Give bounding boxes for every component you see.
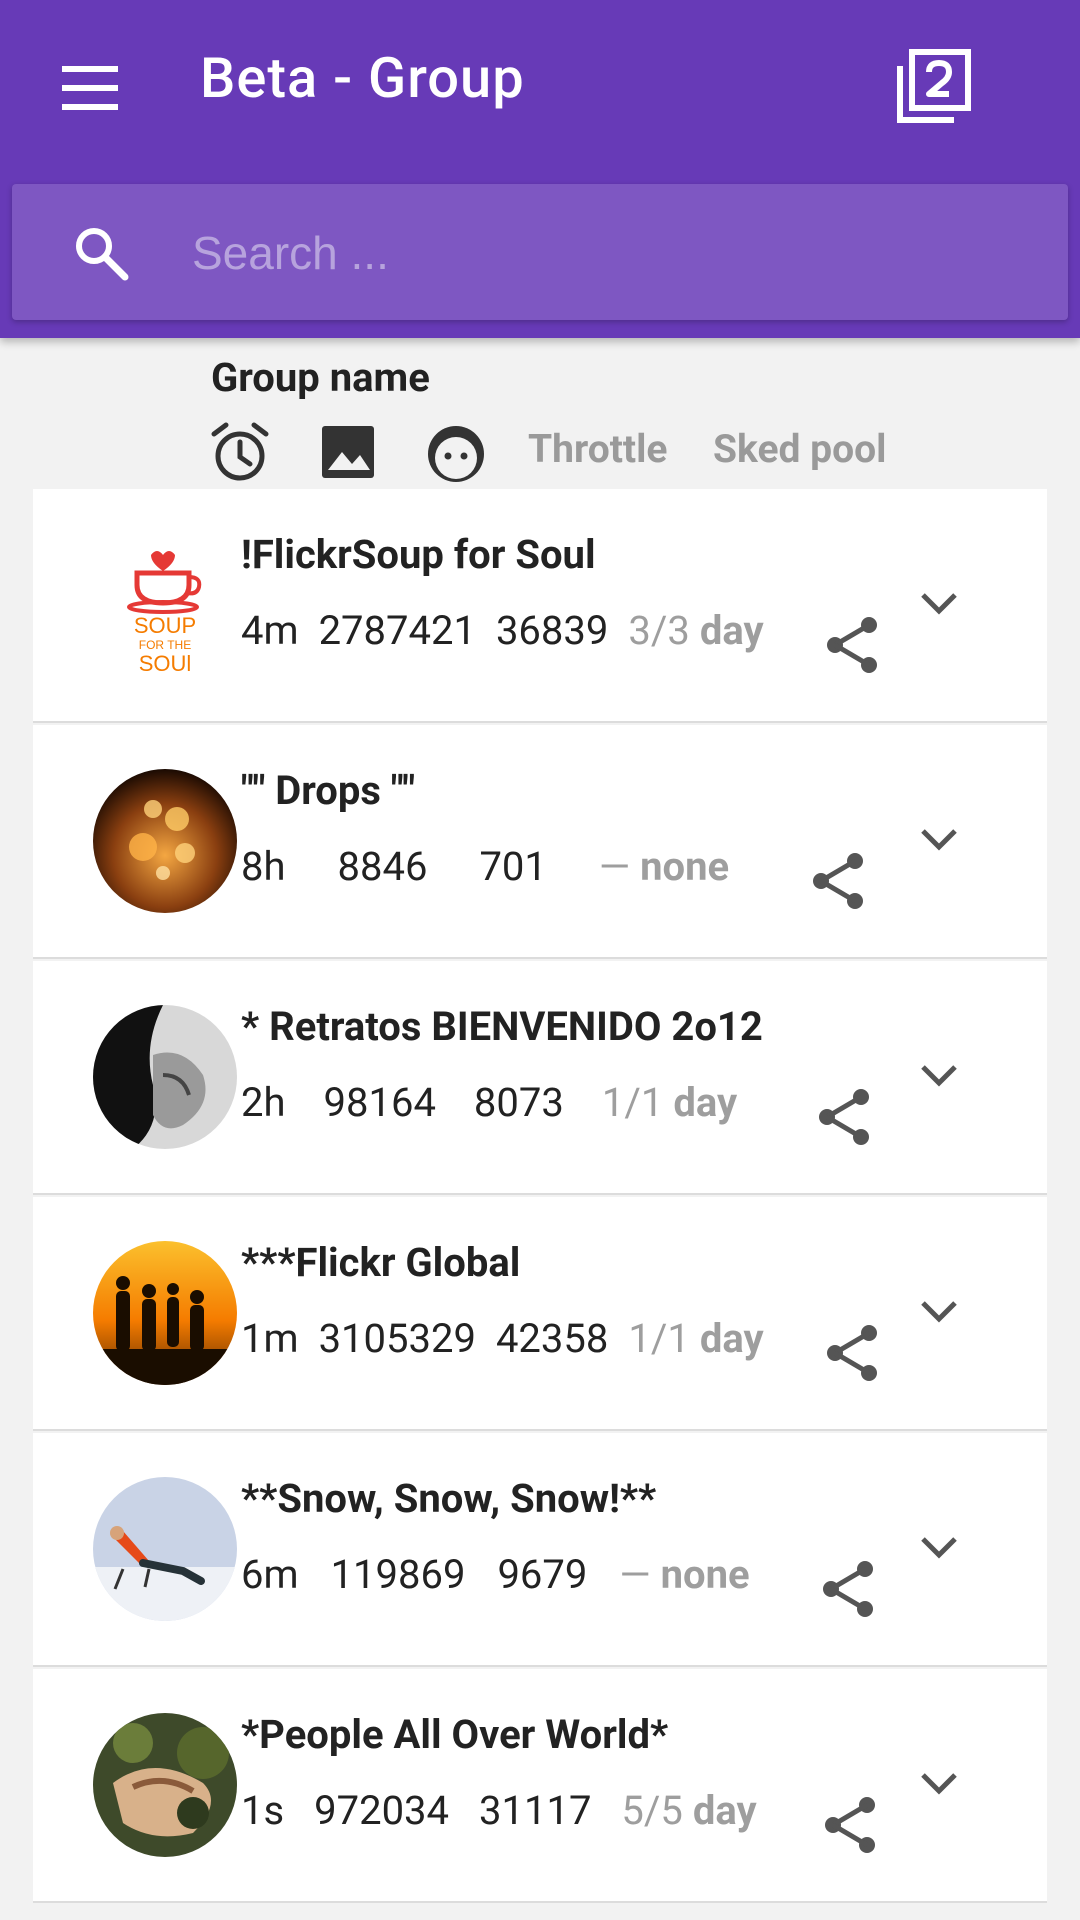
group-photos: 8073 — [473, 1079, 564, 1126]
sked-pool-column-label: Sked pool — [713, 426, 887, 472]
group-members: 119869 — [330, 1551, 466, 1598]
list-item[interactable]: **Snow, Snow, Snow!** 6m 119869 9679 — none — [33, 1433, 1047, 1667]
throttle-unit: day — [699, 1315, 764, 1362]
share-icon[interactable] — [819, 1793, 883, 1857]
svg-text:FOR THE: FOR THE — [139, 638, 191, 652]
chevron-down-icon[interactable] — [911, 1755, 967, 1811]
group-name: *People All Over World* — [241, 1711, 669, 1758]
chevron-down-icon[interactable] — [911, 811, 967, 867]
share-icon[interactable] — [821, 613, 885, 677]
throttle-unit: day — [673, 1079, 738, 1126]
group-photos: 701 — [479, 843, 547, 890]
chevron-down-icon[interactable] — [911, 1519, 967, 1575]
group-age: 6m — [241, 1551, 299, 1598]
group-age: 1m — [241, 1315, 299, 1362]
group-throttle: 1/1 day — [602, 1079, 737, 1126]
group-throttle: 3/3 day — [628, 607, 763, 654]
list-item[interactable]: SOUP FOR THE SOUl !FlickrSoup for Soul 4… — [33, 489, 1047, 723]
throttle-column-label: Throttle — [528, 426, 668, 472]
throttle-count: 1/1 — [601, 1079, 664, 1126]
group-stats: 1m 3105329 42358 1/1 day — [241, 1315, 784, 1362]
throttle-unit: day — [692, 1787, 757, 1834]
list-item[interactable]: * Retratos BIENVENIDO 2o12 2h 98164 8073 1/… — [33, 961, 1047, 1195]
chevron-down-icon[interactable] — [911, 1047, 967, 1103]
share-icon[interactable] — [817, 1557, 881, 1621]
group-name: ***Flickr Global — [241, 1239, 521, 1286]
group-stats: 8h 8846 701 — none — [241, 843, 749, 890]
group-stats: 2h 98164 8073 1/1 day — [241, 1079, 757, 1126]
group-avatar: SOUP FOR THE SOUl — [93, 533, 237, 677]
group-stats: 6m 119869 9679 — none — [241, 1551, 770, 1598]
group-photos: 36839 — [495, 607, 609, 654]
group-photos: 9679 — [497, 1551, 588, 1598]
chevron-down-icon[interactable] — [911, 1283, 967, 1339]
group-age: 1s — [241, 1787, 285, 1834]
group-members: 8846 — [337, 843, 428, 890]
hamburger-menu-icon[interactable] — [52, 50, 128, 126]
face-icon — [424, 420, 488, 484]
throttle-count: 5/5 — [621, 1787, 683, 1834]
group-avatar — [93, 1005, 237, 1149]
group-stats: 4m 2787421 36839 3/3 day — [241, 607, 784, 654]
group-age: 2h — [241, 1079, 286, 1126]
filter-2-icon[interactable] — [888, 44, 976, 132]
search-icon[interactable] — [70, 222, 134, 286]
group-members: 2787421 — [318, 607, 476, 654]
group-members: 972034 — [314, 1787, 450, 1834]
throttle-count: 1/1 — [628, 1315, 690, 1362]
group-throttle: — none — [619, 1551, 749, 1598]
group-avatar — [93, 1713, 237, 1857]
list-item[interactable]: "" Drops "" 8h 8846 701 — none — [33, 725, 1047, 959]
group-name-header: Group name — [211, 354, 430, 401]
group-avatar — [93, 769, 237, 913]
svg-text:SOUP: SOUP — [134, 613, 196, 638]
share-icon[interactable] — [807, 849, 871, 913]
group-name: **Snow, Snow, Snow!** — [241, 1475, 657, 1522]
group-age: 8h — [241, 843, 286, 890]
chevron-down-icon[interactable] — [911, 575, 967, 631]
group-throttle: 1/1 day — [628, 1315, 763, 1362]
share-icon[interactable] — [813, 1085, 877, 1149]
throttle-count: — — [598, 843, 631, 890]
throttle-unit: none — [640, 843, 730, 890]
group-stats: 1s 972034 31117 5/5 day — [241, 1787, 777, 1834]
page-title: Beta - Group — [200, 45, 525, 111]
throttle-unit: none — [660, 1551, 750, 1598]
group-name: * Retratos BIENVENIDO 2o12 — [241, 1003, 763, 1050]
throttle-count: 3/3 — [628, 607, 690, 654]
group-throttle: 5/5 day — [621, 1787, 756, 1834]
group-avatar — [93, 1241, 237, 1385]
svg-text:SOUl: SOUl — [139, 651, 192, 676]
group-age: 4m — [241, 607, 299, 654]
search-bar — [12, 184, 1068, 320]
app-bar: Beta - Group — [0, 0, 1080, 338]
group-members: 3105329 — [318, 1315, 476, 1362]
group-throttle: — none — [599, 843, 729, 890]
search-input[interactable] — [190, 220, 1034, 286]
list-item[interactable]: ***Flickr Global 1m 3105329 42358 1/1 day — [33, 1197, 1047, 1431]
group-name: "" Drops "" — [241, 767, 416, 814]
image-icon — [316, 420, 380, 484]
group-avatar — [93, 1477, 237, 1621]
group-members: 98164 — [323, 1079, 436, 1126]
group-photos: 31117 — [479, 1787, 592, 1834]
group-name: !FlickrSoup for Soul — [241, 531, 596, 578]
group-list: SOUP FOR THE SOUl !FlickrSoup for Soul 4… — [33, 489, 1047, 1905]
alarm-clock-icon — [208, 420, 272, 484]
list-item[interactable]: *People All Over World* 1s 972034 31117 5/5… — [33, 1669, 1047, 1903]
throttle-unit: day — [699, 607, 764, 654]
throttle-count: — — [619, 1551, 651, 1598]
group-photos: 42358 — [495, 1315, 609, 1362]
share-icon[interactable] — [821, 1321, 885, 1385]
